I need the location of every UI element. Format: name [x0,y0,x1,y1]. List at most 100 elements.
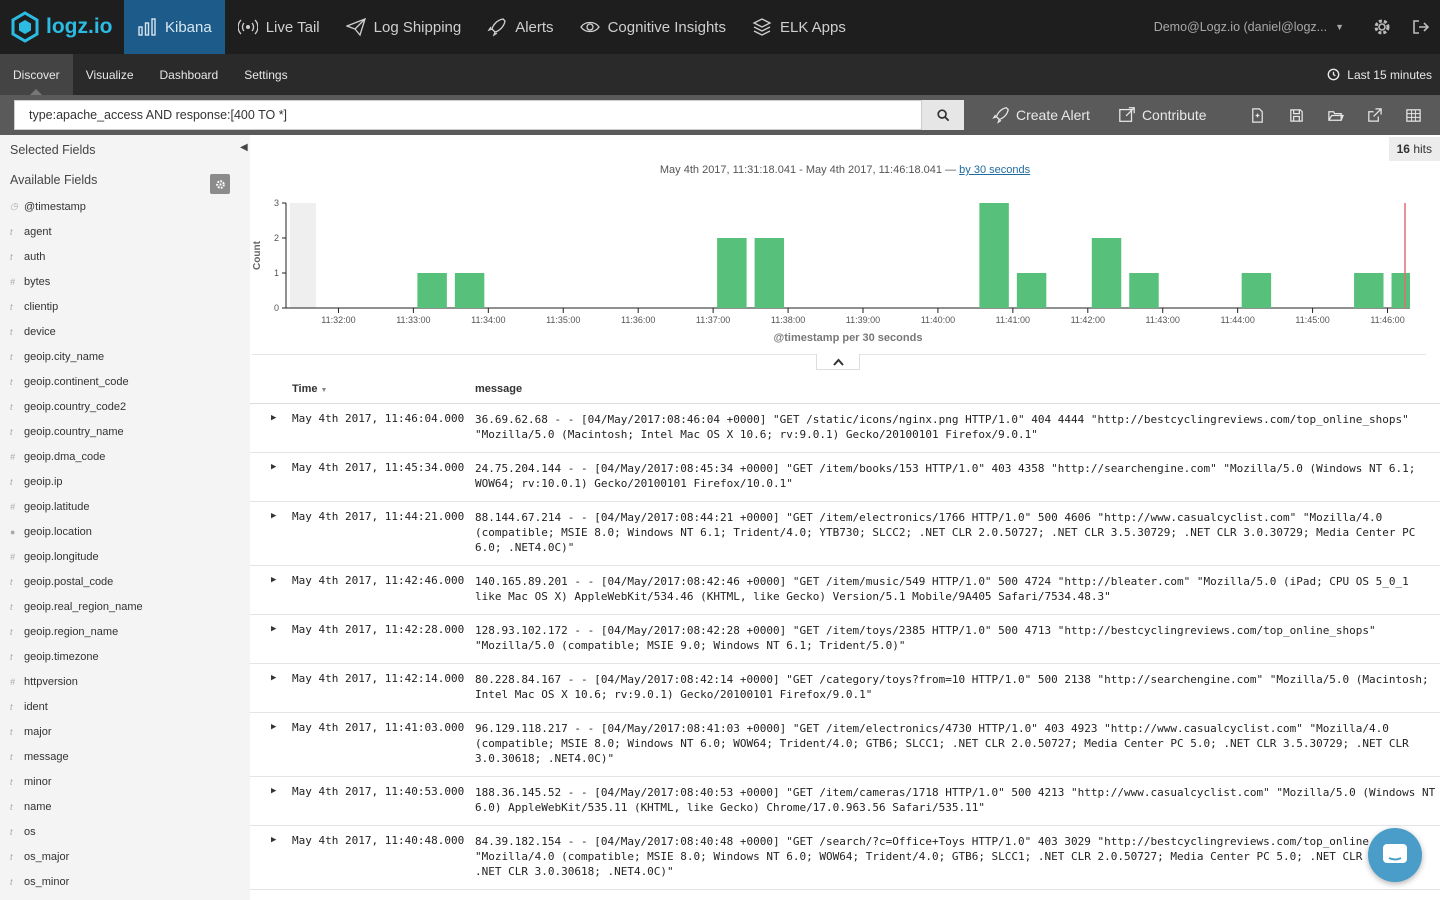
search-input[interactable]: type:apache_access AND response:[400 TO … [14,100,922,130]
expand-row-icon[interactable]: ▶ [271,786,276,796]
x-tick-label: 11:45:00 [1295,315,1329,325]
row-message: 24.75.204.144 - - [04/May/2017:08:45:34 … [475,461,1420,491]
string-type-icon: t [10,401,13,412]
field-item[interactable]: t geoip.ip [0,469,250,494]
field-settings-button[interactable] [210,174,230,194]
contribute-label: Contribute [1141,107,1207,123]
field-item[interactable]: # geoip.latitude [0,494,250,519]
table-row[interactable]: ▶ May 4th 2017, 11:42:28.000 128.93.102.17… [250,615,1440,664]
histogram-bar [1391,273,1410,308]
field-item[interactable]: ◷ @timestamp [0,194,250,219]
x-tick-label: 11:41:00 [996,315,1030,325]
table-row[interactable]: ▶ May 4th 2017, 11:46:04.000 36.69.62.68 -… [250,404,1440,453]
field-item[interactable]: t device [0,319,250,344]
expand-row-icon[interactable]: ▶ [271,462,276,472]
tab-visualize[interactable]: Visualize [73,54,147,95]
field-item[interactable]: t os [0,819,250,844]
field-item[interactable]: # bytes [0,269,250,294]
nav-live-tail[interactable]: Live Tail [225,0,333,54]
row-time: May 4th 2017, 11:44:21.000 [292,510,465,523]
expand-row-icon[interactable]: ▶ [271,835,276,845]
histogram-bar [417,273,447,308]
x-axis-label: @timestamp per 30 seconds [774,332,923,344]
row-time: May 4th 2017, 11:40:53.000 [292,785,465,798]
tab-discover[interactable]: Discover [0,54,73,95]
bar-chart-icon [138,18,156,36]
collapse-chart-button[interactable] [816,354,860,370]
x-tick-label: 11:33:00 [396,315,430,325]
external-link-icon[interactable] [1366,107,1383,124]
string-type-icon: t [10,601,13,612]
expand-row-icon[interactable]: ▶ [271,722,276,732]
field-item[interactable]: ● geoip.location [0,519,250,544]
string-type-icon: t [10,301,13,312]
new-document-icon[interactable] [1249,107,1266,124]
contribute-button[interactable]: Contribute [1118,106,1207,124]
tab-settings[interactable]: Settings [231,54,300,95]
user-menu[interactable]: Demo@Logz.io (daniel@logz... ▼ [1154,0,1344,54]
expand-row-icon[interactable]: ▶ [271,413,276,423]
field-item[interactable]: t geoip.timezone [0,644,250,669]
field-item[interactable]: t auth [0,244,250,269]
field-item[interactable]: # httpversion [0,669,250,694]
nav-log-shipping[interactable]: Log Shipping [333,0,475,54]
field-item[interactable]: t ident [0,694,250,719]
expand-row-icon[interactable]: ▶ [271,511,276,521]
field-item[interactable]: t agent [0,219,250,244]
nav-kibana[interactable]: Kibana [124,0,225,54]
field-item[interactable]: t name [0,794,250,819]
string-type-icon: t [10,801,13,812]
save-icon[interactable] [1288,107,1305,124]
field-item[interactable]: # geoip.longitude [0,544,250,569]
message-line: .NET CLR 3.0.30618; .NET4.0C)" [475,865,674,878]
tab-dashboard[interactable]: Dashboard [147,54,232,95]
field-item[interactable]: t minor [0,769,250,794]
field-item[interactable]: # geoip.dma_code [0,444,250,469]
interval-link[interactable]: by 30 seconds [959,164,1030,176]
nav-elk-apps[interactable]: ELK Apps [739,0,859,54]
search-button[interactable] [922,100,964,130]
string-type-icon: t [10,626,13,637]
field-item[interactable]: t geoip.real_region_name [0,594,250,619]
column-message[interactable]: message [475,383,522,395]
field-item[interactable]: t geoip.continent_code [0,369,250,394]
logout-icon[interactable] [1411,17,1431,37]
folder-open-icon[interactable] [1327,107,1344,124]
y-tick-label: 3 [274,198,279,208]
expand-row-icon[interactable]: ▶ [271,624,276,634]
column-time[interactable]: Time ▼ [292,383,327,395]
field-item[interactable]: t clientip [0,294,250,319]
table-row[interactable]: ▶ May 4th 2017, 11:42:14.000 80.228.84.167… [250,664,1440,713]
field-name: geoip.region_name [24,625,119,638]
chat-button[interactable] [1368,828,1422,882]
create-alert-button[interactable]: Create Alert [992,106,1090,124]
field-item[interactable]: t geoip.country_name [0,419,250,444]
field-item[interactable]: t major [0,719,250,744]
gear-icon[interactable] [1372,17,1392,37]
field-item[interactable]: t message [0,744,250,769]
field-item[interactable]: t os_major [0,844,250,869]
expand-row-icon[interactable]: ▶ [271,673,276,683]
field-name: geoip.country_name [24,425,124,438]
histogram-bar [979,203,1009,308]
nav-cognitive-insights[interactable]: Cognitive Insights [567,0,739,54]
table-row[interactable]: ▶ May 4th 2017, 11:42:46.000 140.165.89.20… [250,566,1440,615]
table-row[interactable]: ▶ May 4th 2017, 11:40:48.000 84.39.182.154… [250,826,1440,890]
table-row[interactable]: ▶ May 4th 2017, 11:41:03.000 96.129.118.21… [250,713,1440,777]
table-row[interactable]: ▶ May 4th 2017, 11:40:53.000 188.36.145.52… [250,777,1440,826]
range-text: May 4th 2017, 11:31:18.041 - May 4th 201… [659,164,957,176]
field-name: geoip.timezone [24,650,99,663]
time-picker[interactable]: Last 15 minutes [1327,54,1432,95]
expand-row-icon[interactable]: ▶ [271,575,276,585]
table-row[interactable]: ▶ May 4th 2017, 11:45:34.000 24.75.204.144… [250,453,1440,502]
table-row[interactable]: ▶ May 4th 2017, 11:44:21.000 88.144.67.214… [250,502,1440,566]
logo[interactable]: logz.io [0,0,124,54]
nav-alerts[interactable]: Alerts [474,0,566,54]
field-item[interactable]: t geoip.country_code2 [0,394,250,419]
grid-icon[interactable] [1405,107,1422,124]
field-item[interactable]: t geoip.region_name [0,619,250,644]
collapse-sidebar-icon[interactable]: ◀ [240,142,248,153]
field-item[interactable]: t os_minor [0,869,250,894]
field-item[interactable]: t geoip.postal_code [0,569,250,594]
field-item[interactable]: t geoip.city_name [0,344,250,369]
